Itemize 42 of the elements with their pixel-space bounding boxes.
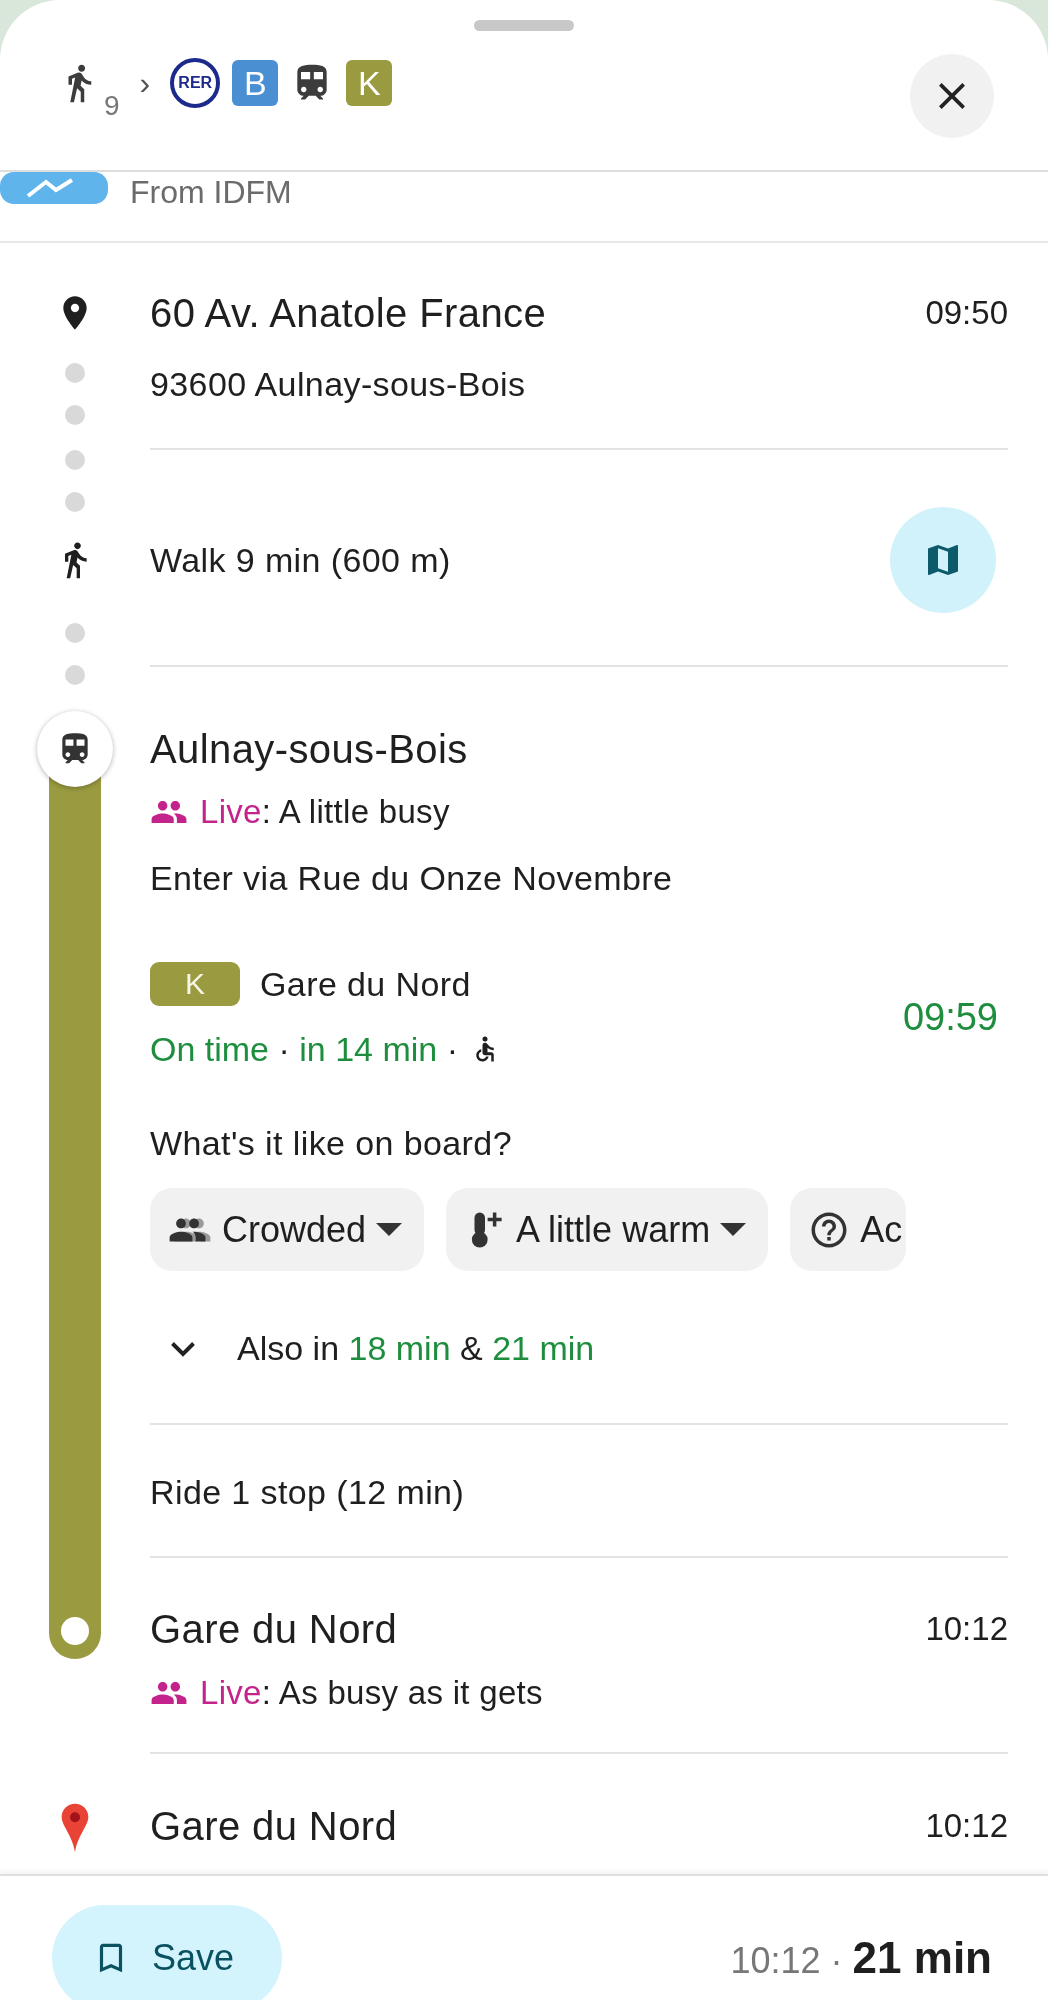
caret-icon xyxy=(720,1223,747,1236)
place-address: 93600 Aulnay-sous-Bois xyxy=(150,364,527,405)
route-dot xyxy=(65,623,85,643)
walk-minutes: 9 xyxy=(104,90,120,122)
trip-duration: 21 min xyxy=(852,1933,992,1983)
arrival-time: 10:12 xyxy=(730,1940,821,1982)
onboard-question: What's it like on board? xyxy=(150,1123,513,1164)
time-label: 10:12 xyxy=(925,1609,1008,1649)
time-label: 09:50 xyxy=(925,293,1008,333)
station-name: Aulnay-sous-Bois xyxy=(150,727,469,771)
next-departures: Also in 18 min & 21 min xyxy=(237,1328,595,1369)
line-badge: K xyxy=(346,60,393,106)
save-button[interactable]: Save xyxy=(52,1905,282,2000)
route-dot xyxy=(65,363,85,383)
separator: · xyxy=(830,1940,843,1982)
ride-summary: Ride 1 stop (12 min) xyxy=(150,1472,466,1513)
route-dot xyxy=(65,405,85,425)
headsign: Gare du Nord xyxy=(260,964,471,1005)
station-name: Gare du Nord xyxy=(150,1607,398,1651)
caret-icon xyxy=(376,1223,403,1236)
departure-time: 09:59 xyxy=(902,994,998,1039)
time-label: 10:12 xyxy=(925,1806,1008,1846)
route-dot xyxy=(65,665,85,685)
entrance-info: Enter via Rue du Onze Novembre xyxy=(150,858,674,899)
drag-handle[interactable] xyxy=(474,20,574,31)
line-badge: K xyxy=(150,962,240,1006)
walk-instructions: Walk 9 min (600 m) xyxy=(150,540,451,581)
route-dot xyxy=(65,450,85,470)
separator: › xyxy=(139,64,151,102)
source-label: From IDFM xyxy=(130,173,292,212)
network-logo: RER xyxy=(170,58,221,108)
line-badge: B xyxy=(232,60,279,106)
feedback-chip[interactable]: A little warm xyxy=(446,1188,769,1271)
departure-status: On time · in 14 min · xyxy=(150,1029,459,1070)
live-status: Live: A little busy xyxy=(200,792,450,832)
place-name: Gare du Nord xyxy=(150,1804,398,1848)
route-dot xyxy=(65,492,85,512)
place-name: 60 Av. Anatole France xyxy=(150,291,547,335)
live-status: Live: As busy as it gets xyxy=(200,1673,543,1713)
stop-dot xyxy=(61,1617,89,1645)
feedback-chip[interactable]: Ac xyxy=(790,1188,907,1271)
feedback-chip[interactable]: Crowded xyxy=(150,1188,425,1271)
